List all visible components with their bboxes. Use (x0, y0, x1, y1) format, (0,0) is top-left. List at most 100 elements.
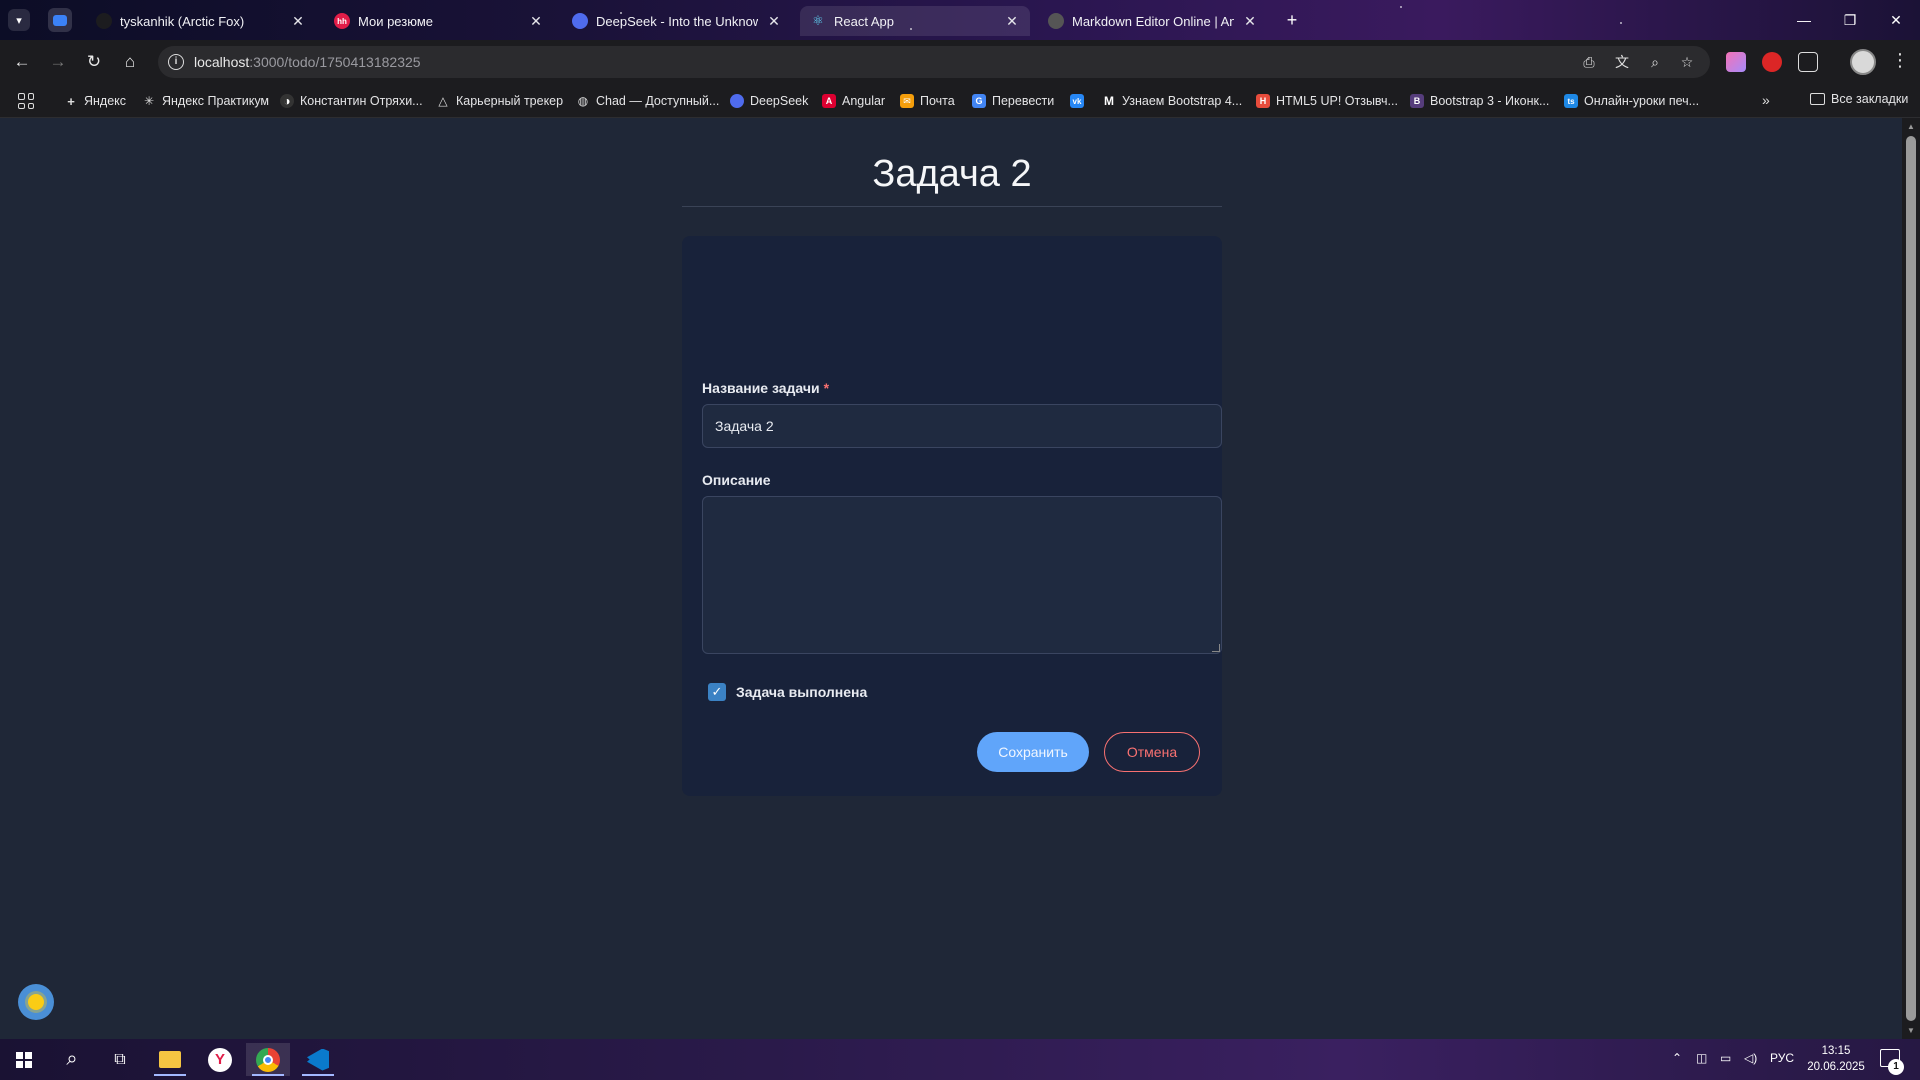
description-textarea[interactable] (702, 496, 1222, 654)
edit-task-form: Название задачи* Описание ✓ Задача выпол… (682, 236, 1222, 796)
windows-taskbar: ⌕ ⧉ Y ⌃ ◫ ▭ ◁) РУС 13:15 20.06.2025 1 (0, 1039, 1920, 1080)
network-icon[interactable]: ▭ (1720, 1051, 1731, 1065)
bookmark-favicon-icon: M (1104, 94, 1114, 108)
zoom-icon[interactable]: ⌕ (1646, 53, 1664, 71)
bookmark-label: Bootstrap 3 - Иконк... (1430, 94, 1550, 108)
page-content: Задача 2 Название задачи* Описание ✓ Зад… (0, 118, 1902, 1039)
vscode-logo-icon (307, 1048, 329, 1071)
close-tab-icon[interactable]: ✕ (1004, 13, 1020, 30)
cancel-button[interactable]: Отмена (1104, 732, 1200, 772)
meet-icon[interactable]: ◫ (1696, 1051, 1707, 1065)
browser-toolbar: ← → ↻ ⌂ i localhost:3000/todo/1750413182… (0, 40, 1920, 84)
sun-icon (28, 994, 44, 1010)
chrome-icon[interactable] (246, 1043, 290, 1076)
bookmark-item[interactable]: M Узнаем Bootstrap 4... (1102, 92, 1242, 110)
task-view-icon[interactable]: ⧉ (98, 1043, 142, 1076)
bookmark-favicon-icon: + (67, 93, 75, 109)
bookmark-favicon-icon: H (1256, 94, 1270, 108)
scroll-up-arrow-icon[interactable]: ▲ (1906, 122, 1916, 131)
bookmark-item[interactable]: ◑ Константин Отряхи... (280, 92, 423, 110)
translate-icon: G (972, 94, 986, 108)
textarea-resize-handle[interactable] (1212, 644, 1220, 652)
close-tab-icon[interactable]: ✕ (766, 13, 782, 30)
address-bar[interactable]: i localhost:3000/todo/1750413182325 ⎙ 文 … (158, 46, 1710, 78)
minimize-window-button[interactable]: — (1784, 8, 1824, 32)
bookmark-label: Узнаем Bootstrap 4... (1122, 94, 1243, 108)
yandex-browser-icon[interactable]: Y (198, 1043, 242, 1076)
completed-checkbox-label[interactable]: Задача выполнена (736, 684, 867, 700)
tab-search-button[interactable]: ▾ (8, 9, 30, 31)
tab-favicon-icon (96, 13, 112, 29)
theme-toggle-button[interactable] (18, 984, 54, 1020)
forward-arrow-icon[interactable]: → (46, 50, 70, 74)
bookmark-label: Яндекс (84, 94, 127, 108)
windows-logo-icon (16, 1051, 32, 1068)
vscode-icon[interactable] (296, 1043, 340, 1076)
deepseek-whale-icon (572, 13, 588, 29)
extensions-puzzle-icon[interactable] (1798, 52, 1818, 72)
bookmark-item[interactable]: G Перевести (972, 92, 1054, 110)
bookmark-item[interactable]: A Angular (822, 92, 885, 110)
extension-icon[interactable] (1762, 52, 1782, 72)
bookmark-item[interactable]: ✉ Почта (900, 92, 955, 110)
clock-date: 20.06.2025 (1807, 1061, 1865, 1073)
reload-icon[interactable]: ↻ (82, 50, 106, 74)
bookmark-item[interactable]: ✳ Яндекс Практикум (142, 92, 269, 110)
completed-checkbox[interactable]: ✓ (708, 683, 726, 701)
page-scrollbar[interactable]: ▲ ▼ (1902, 118, 1920, 1039)
back-arrow-icon[interactable]: ← (10, 50, 34, 74)
restore-window-button[interactable]: ❐ (1830, 8, 1870, 32)
notification-count-badge: 1 (1888, 1059, 1904, 1075)
bookmark-label: Почта (920, 94, 955, 108)
bookmark-item[interactable]: B Bootstrap 3 - Иконк... (1410, 92, 1549, 110)
search-icon[interactable]: ⌕ (50, 1043, 94, 1076)
volume-icon[interactable]: ◁) (1744, 1051, 1757, 1065)
url-path: :3000/todo/1750413182325 (249, 54, 421, 70)
apps-grid-icon[interactable] (18, 93, 34, 109)
bookmark-item[interactable]: DeepSeek (730, 92, 808, 110)
show-hidden-icons-icon[interactable]: ⌃ (1672, 1051, 1682, 1065)
install-app-icon[interactable]: ⎙ (1580, 53, 1598, 71)
tab-github[interactable]: tyskanhik (Arctic Fox) ✕ (86, 6, 316, 36)
background-star (1400, 6, 1402, 8)
taskbar-clock[interactable]: 13:15 20.06.2025 (1806, 1043, 1866, 1075)
more-bookmarks-icon[interactable]: » (1762, 92, 1770, 108)
bookmark-star-icon[interactable]: ☆ (1678, 53, 1696, 71)
tab-resume[interactable]: hh Мои резюме ✕ (324, 6, 554, 36)
extension-icon[interactable] (1726, 52, 1746, 72)
close-tab-icon[interactable]: ✕ (1242, 13, 1258, 30)
bookmark-favicon-icon: ✳ (143, 94, 155, 108)
completed-checkbox-row[interactable]: ✓ Задача выполнена (708, 683, 867, 701)
scroll-down-arrow-icon[interactable]: ▼ (1906, 1026, 1916, 1035)
bookmark-item[interactable]: ◍ Chad — Доступный... (576, 92, 720, 110)
bookmark-item[interactable]: + Яндекс (64, 92, 126, 110)
start-button[interactable] (2, 1043, 46, 1076)
react-icon: ⚛ (812, 13, 824, 28)
pinned-tab[interactable] (48, 8, 72, 32)
translate-icon[interactable]: 文 (1613, 53, 1631, 71)
close-window-button[interactable]: ✕ (1876, 8, 1916, 32)
close-tab-icon[interactable]: ✕ (290, 13, 306, 30)
scrollbar-thumb[interactable] (1906, 136, 1916, 1021)
browser-menu-icon[interactable]: ⋮ (1890, 50, 1910, 71)
tab-react-app[interactable]: ⚛ React App ✕ (800, 6, 1030, 36)
close-tab-icon[interactable]: ✕ (528, 13, 544, 30)
new-tab-button[interactable]: + (1280, 8, 1304, 32)
bookmark-item[interactable]: H HTML5 UP! Отзывч... (1256, 92, 1398, 110)
bookmark-item[interactable]: ts Онлайн-уроки печ... (1564, 92, 1699, 110)
profile-avatar[interactable] (1850, 49, 1876, 75)
bookmark-item-vk[interactable]: vk (1070, 92, 1084, 110)
deepseek-whale-icon (730, 94, 744, 108)
tab-deepseek[interactable]: DeepSeek - Into the Unknown ✕ (562, 6, 792, 36)
bookmark-item[interactable]: △ Карьерный трекер (436, 92, 563, 110)
tab-markdown-editor[interactable]: Markdown Editor Online | Ando ✕ (1038, 6, 1268, 36)
all-bookmarks-button[interactable]: Все закладки (1810, 92, 1908, 106)
site-info-icon[interactable]: i (168, 54, 184, 70)
folder-icon (1810, 93, 1825, 105)
save-button[interactable]: Сохранить (977, 732, 1089, 772)
home-icon[interactable]: ⌂ (118, 50, 142, 74)
url-text[interactable]: localhost:3000/todo/1750413182325 (194, 54, 421, 70)
task-name-input[interactable] (702, 404, 1222, 448)
file-explorer-icon[interactable] (148, 1043, 192, 1076)
language-indicator[interactable]: РУС (1770, 1051, 1794, 1065)
